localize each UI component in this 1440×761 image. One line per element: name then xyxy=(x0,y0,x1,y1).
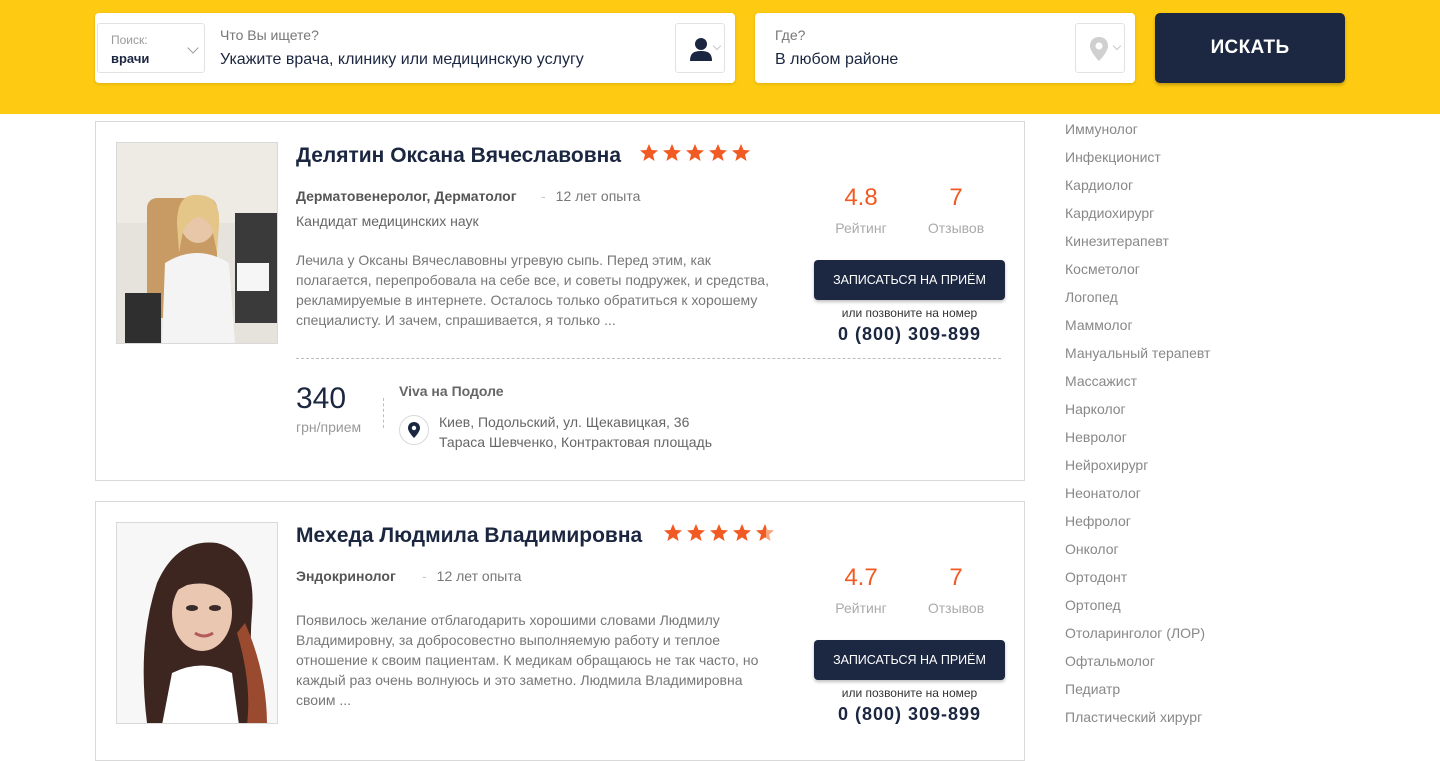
sidebar-item[interactable]: Кинезитерапевт xyxy=(1065,227,1395,255)
rating-stars xyxy=(639,143,751,163)
doctor-experience: -12 лет опыта xyxy=(541,188,641,204)
price-unit: грн/прием xyxy=(296,419,362,435)
clinic-name[interactable]: Viva на Подоле xyxy=(399,383,504,399)
sidebar-item[interactable]: Пластический хирург xyxy=(1065,703,1395,731)
review-excerpt: Появилось желание отблагодарить хорошими… xyxy=(296,612,759,708)
star-icon xyxy=(710,524,728,541)
what-input[interactable]: Укажите врача, клинику или медицинскую у… xyxy=(220,51,584,69)
sidebar-item[interactable]: Офтальмолог xyxy=(1065,647,1395,675)
chevron-down-icon xyxy=(712,41,722,51)
sidebar-item[interactable]: Массажист xyxy=(1065,367,1395,395)
map-pin-icon[interactable] xyxy=(399,415,429,445)
sidebar-item[interactable]: Отоларинголог (ЛОР) xyxy=(1065,619,1395,647)
search-what-box: Поиск: врачи Что Вы ищете? Укажите врача… xyxy=(95,13,735,83)
rating-metric: 4.7 Рейтинг xyxy=(816,564,906,616)
divider xyxy=(383,398,384,428)
reviews-label: Отзывов xyxy=(927,220,985,236)
doctor-name[interactable]: Меxеда Людмила Владимировна xyxy=(296,524,642,548)
doctor-name[interactable]: Делятин Оксана Вячеславовна xyxy=(296,144,621,168)
half-star-icon xyxy=(756,524,774,541)
doctor-photo[interactable] xyxy=(116,522,278,724)
sidebar-item[interactable]: Ортопед xyxy=(1065,591,1395,619)
divider xyxy=(296,358,1001,359)
reviews-metric[interactable]: 7 Отзывов xyxy=(911,564,1001,616)
person-icon xyxy=(690,38,712,61)
star-icon xyxy=(640,144,658,161)
sidebar-item[interactable]: Логопед xyxy=(1065,283,1395,311)
doctor-degree: Кандидат медицинских наук xyxy=(296,213,479,229)
search-type-value: врачи xyxy=(111,51,150,66)
rating-value: 4.7 xyxy=(844,564,878,591)
where-caption: Где? xyxy=(775,27,806,43)
experience-text: 12 лет опыта xyxy=(436,568,522,584)
sidebar-item[interactable]: Кардиохирург xyxy=(1065,199,1395,227)
search-button[interactable]: ИСКАТЬ xyxy=(1155,13,1345,83)
doctor-card: Делятин Оксана Вячеславовна Дерматовенер… xyxy=(95,121,1025,481)
specialty-sidebar: Иммунолог Инфекционист Кардиолог Кардиох… xyxy=(1065,115,1395,731)
star-icon xyxy=(663,144,681,161)
sidebar-item[interactable]: Ортодонт xyxy=(1065,563,1395,591)
phone-number[interactable]: 0 (800) 309-899 xyxy=(814,704,1005,725)
where-input[interactable]: В любом районе xyxy=(775,51,898,69)
chevron-down-icon xyxy=(1112,41,1122,51)
rating-stars xyxy=(663,523,775,543)
experience-text: 12 лет опыта xyxy=(555,188,641,204)
sidebar-item[interactable]: Нефролог xyxy=(1065,507,1395,535)
star-icon xyxy=(709,144,727,161)
star-icon xyxy=(664,524,682,541)
doctor-filter-button[interactable] xyxy=(675,23,725,73)
what-caption: Что Вы ищете? xyxy=(220,27,319,43)
sidebar-item[interactable]: Инфекционист xyxy=(1065,143,1395,171)
doctor-card: Меxеда Людмила Владимировна Эндокринолог… xyxy=(95,501,1025,761)
sidebar-item[interactable]: Иммунолог xyxy=(1065,115,1395,143)
chevron-down-icon xyxy=(187,42,199,54)
sidebar-item[interactable]: Косметолог xyxy=(1065,255,1395,283)
book-appointment-button[interactable]: ЗАПИСАТЬСЯ НА ПРИЁМ xyxy=(814,640,1005,680)
star-icon xyxy=(733,524,751,541)
doctor-photo[interactable] xyxy=(116,142,278,344)
sidebar-item[interactable]: Онколог xyxy=(1065,535,1395,563)
clinic-address: Киев, Подольский, ул. Щекавицкая, 36 Тар… xyxy=(439,412,712,452)
search-type-select[interactable]: Поиск: врачи xyxy=(97,23,205,73)
star-icon xyxy=(686,144,704,161)
rating-label: Рейтинг xyxy=(835,600,887,616)
location-filter-button[interactable] xyxy=(1075,23,1125,73)
call-caption: или позвоните на номер xyxy=(841,306,978,320)
sidebar-item[interactable]: Мануальный терапевт xyxy=(1065,339,1395,367)
book-appointment-button[interactable]: ЗАПИСАТЬСЯ НА ПРИЁМ xyxy=(814,260,1005,300)
sidebar-item[interactable]: Нарколог xyxy=(1065,395,1395,423)
reviews-count: 7 xyxy=(949,184,963,211)
sidebar-item[interactable]: Невролог xyxy=(1065,423,1395,451)
address-line: Тараса Шевченко, Контрактовая площадь xyxy=(439,434,713,450)
doctor-specialty: Эндокринолог xyxy=(296,568,396,584)
reviews-count: 7 xyxy=(949,564,963,591)
address-line: Киев, Подольский, ул. Щекавицкая, 36 xyxy=(439,414,690,430)
rating-value: 4.8 xyxy=(844,184,878,211)
sidebar-item[interactable]: Кардиолог xyxy=(1065,171,1395,199)
star-icon xyxy=(687,524,705,541)
call-caption: или позвоните на номер xyxy=(841,686,978,700)
price-value: 340 xyxy=(296,382,347,415)
sidebar-item[interactable]: Неонатолог xyxy=(1065,479,1395,507)
search-type-caption: Поиск: xyxy=(111,33,148,47)
sidebar-item[interactable]: Педиатр xyxy=(1065,675,1395,703)
sidebar-item[interactable]: Маммолог xyxy=(1065,311,1395,339)
reviews-metric[interactable]: 7 Отзывов xyxy=(911,184,1001,236)
sidebar-item[interactable]: Нейрохирург xyxy=(1065,451,1395,479)
reviews-label: Отзывов xyxy=(927,600,985,616)
doctor-experience: -12 лет опыта xyxy=(422,568,522,584)
doctor-specialty: Дерматовенеролог, Дерматолог xyxy=(296,188,517,204)
review-excerpt: Лечила у Оксаны Вячеславовны угревую сып… xyxy=(296,252,769,328)
rating-label: Рейтинг xyxy=(835,220,887,236)
star-icon xyxy=(732,144,750,161)
phone-number[interactable]: 0 (800) 309-899 xyxy=(814,324,1005,345)
rating-metric: 4.8 Рейтинг xyxy=(816,184,906,236)
search-bar: Поиск: врачи Что Вы ищете? Укажите врача… xyxy=(0,0,1440,114)
map-pin-icon xyxy=(1090,37,1108,61)
search-where-box: Где? В любом районе xyxy=(755,13,1135,83)
